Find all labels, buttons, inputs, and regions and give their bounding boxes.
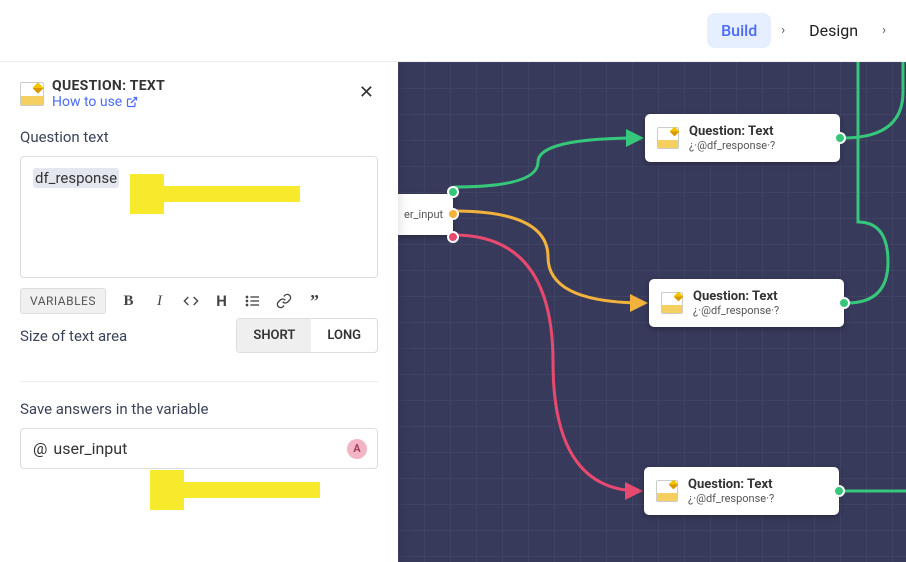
question-text-label: Question text [20, 128, 378, 146]
at-icon: @ [33, 439, 47, 458]
note-icon [661, 292, 683, 314]
save-variable-value: user_input [53, 439, 127, 458]
size-short-button[interactable]: SHORT [237, 319, 311, 352]
variable-token: df_response [33, 168, 119, 188]
node-subtitle: ¿·@df_response·? [688, 492, 774, 505]
node-subtitle: ¿·@df_response·? [693, 304, 779, 317]
node-title: Question: Text [693, 289, 779, 304]
editor-toolbar: VARIABLES B I H ” [20, 288, 378, 314]
size-label: Size of text area [20, 327, 127, 345]
size-long-button[interactable]: LONG [311, 319, 377, 352]
size-toggle: SHORT LONG [236, 318, 378, 353]
header: Build › Design › [0, 0, 906, 62]
port-out[interactable] [833, 485, 845, 497]
annotation-arrow [150, 470, 328, 510]
flow-node[interactable]: Question: Text ¿·@df_response·? [644, 467, 839, 515]
tab-build[interactable]: Build [707, 13, 771, 48]
variable-type-badge: A [347, 439, 367, 459]
port-out[interactable] [834, 132, 846, 144]
node-title: Question: Text [688, 477, 774, 492]
port-out[interactable] [838, 297, 850, 309]
flow-node[interactable]: Question: Text ¿·@df_response·? [645, 114, 840, 162]
external-link-icon [126, 96, 138, 108]
properties-panel: QUESTION: TEXT How to use ✕ Question tex… [0, 62, 398, 562]
panel-title: QUESTION: TEXT [52, 78, 165, 94]
chevron-right-icon: › [781, 23, 785, 38]
link-icon[interactable] [275, 293, 292, 310]
variables-button[interactable]: VARIABLES [20, 288, 106, 314]
save-variable-label: Save answers in the variable [20, 400, 378, 418]
italic-icon[interactable]: I [151, 293, 168, 310]
source-node-label: er_input [404, 208, 443, 221]
how-to-use-link[interactable]: How to use [52, 94, 165, 110]
note-icon [656, 480, 678, 502]
chevron-right-icon: › [882, 23, 886, 38]
note-icon [657, 127, 679, 149]
list-icon[interactable] [244, 293, 261, 310]
node-subtitle: ¿·@df_response·? [689, 139, 775, 152]
flow-node[interactable]: Question: Text ¿·@df_response·? [649, 279, 844, 327]
header-tabs: Build › Design › [707, 13, 886, 48]
code-icon[interactable] [182, 293, 199, 310]
save-variable-input[interactable]: @ user_input A [20, 428, 378, 469]
tab-design[interactable]: Design [795, 13, 872, 48]
panel-header: QUESTION: TEXT How to use ✕ [20, 78, 378, 110]
heading-icon[interactable]: H [213, 293, 230, 310]
annotation-arrow [130, 174, 308, 214]
close-icon[interactable]: ✕ [355, 78, 378, 107]
node-title: Question: Text [689, 124, 775, 139]
source-node[interactable]: er_input [398, 194, 453, 235]
quote-icon[interactable]: ” [306, 293, 323, 310]
flow-canvas[interactable]: er_input Question: Text ¿·@df_response·?… [398, 62, 906, 562]
bold-icon[interactable]: B [120, 293, 137, 310]
note-icon [20, 82, 44, 106]
